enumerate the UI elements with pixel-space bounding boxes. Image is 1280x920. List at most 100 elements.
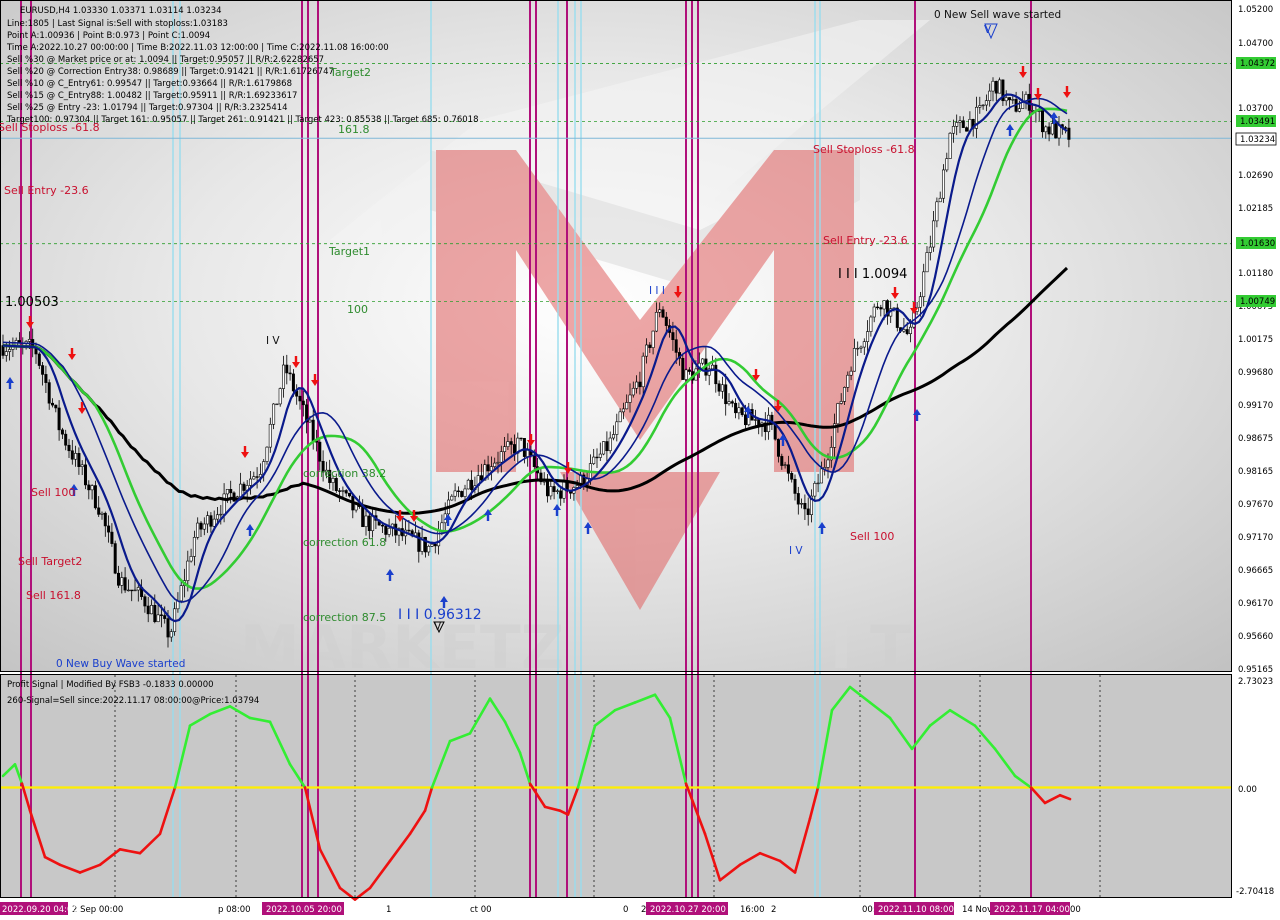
candle-body-246	[813, 483, 817, 497]
candle-body-112	[371, 515, 375, 531]
candle-body-215	[710, 364, 714, 370]
candle-body-167	[552, 486, 556, 492]
candle-body-67	[222, 493, 226, 515]
wave-v-bottom-label: V	[434, 621, 442, 633]
candle-body-155	[512, 444, 516, 454]
candle-body-96	[318, 441, 322, 462]
candle-body-139	[460, 491, 464, 497]
candle-body-76	[252, 476, 256, 480]
candle-body-12	[41, 365, 45, 375]
candle-body-290	[958, 120, 962, 123]
candle-body-317	[1047, 126, 1051, 135]
candle-body-59	[196, 522, 200, 538]
candle-body-186	[615, 421, 619, 435]
candle-body-212	[701, 358, 705, 364]
candle-body-19	[64, 433, 68, 446]
candle-body-152	[503, 446, 507, 452]
candle-body-285	[941, 169, 945, 199]
candle-body-292	[965, 127, 969, 132]
candle-body-263	[869, 316, 873, 332]
price-tag-2: 1.03491	[1240, 117, 1275, 127]
candle-body-105	[347, 492, 351, 497]
candle-body-236	[780, 456, 784, 466]
candle-body-57	[189, 556, 193, 562]
candle-body-262	[866, 331, 870, 342]
candle-body-259	[856, 347, 860, 350]
candle-body-8	[27, 339, 31, 342]
candle-body-273	[902, 329, 906, 332]
candle-body-40	[133, 589, 137, 592]
candle-body-261	[862, 341, 866, 348]
candle-body-1	[4, 351, 8, 356]
candle-body-88	[291, 373, 295, 392]
candle-body-296	[978, 105, 982, 108]
time-tick-10: 00	[1070, 905, 1081, 915]
indicator-header-1: 260-Signal=Sell since:2022.11.17 08:00:0…	[7, 696, 259, 706]
chart-window: MARKETZ I T EURUSD,H4 1.03330 1.03371 1.…	[0, 0, 1280, 920]
candle-body-80	[265, 446, 269, 462]
candle-body-243	[803, 503, 807, 510]
candle-body-265	[875, 306, 879, 309]
candle-body-18	[60, 429, 64, 435]
date-tag-3: 2022.11.10 08:00	[878, 905, 954, 915]
candle-body-14	[47, 382, 51, 404]
candle-body-218	[720, 384, 724, 392]
candle-body-138	[456, 490, 460, 492]
candle-body-158	[522, 438, 526, 457]
candle-body-208	[687, 369, 691, 372]
candle-body-289	[955, 122, 959, 127]
candle-body-35	[117, 572, 121, 586]
candle-body-44	[146, 605, 150, 615]
sell-100-left-label: Sell 100	[31, 486, 75, 499]
candle-body-188	[621, 408, 625, 413]
candle-body-199	[658, 309, 662, 313]
sell-entry-left-label: Sell Entry -23.6	[4, 184, 89, 197]
candle-body-283	[935, 201, 939, 222]
candle-body-166	[549, 486, 553, 497]
candle-body-256	[846, 374, 850, 388]
candle-body-83	[275, 403, 279, 406]
candle-body-51	[169, 631, 173, 638]
candle-body-32	[107, 525, 111, 533]
candle-body-168	[555, 490, 559, 492]
candle-body-148	[489, 466, 493, 472]
candle-body-315	[1041, 110, 1045, 133]
price-tick-15: 0.96170	[1238, 599, 1273, 609]
candle-body-2	[8, 349, 12, 352]
candle-body-31	[103, 512, 107, 527]
candle-body-187	[618, 411, 622, 423]
price-tick-3: 1.02690	[1238, 171, 1273, 181]
info-line-8: Sell %25 @ Entry -23: 1.01794 || Target:…	[7, 103, 288, 113]
candle-body-302	[998, 79, 1002, 94]
info-line-4: Sell %30 @ Market price or at: 1.0094 ||…	[7, 55, 324, 65]
sell-stoploss-left-label: Sell Stoploss -61.8	[0, 121, 100, 134]
level-100-label: 100	[347, 303, 368, 316]
candle-body-299	[988, 90, 992, 101]
sell-stoploss-right-label: Sell Stoploss -61.8	[813, 143, 915, 156]
candle-body-174	[575, 485, 579, 488]
indicator-tick-bottom: -2.70418	[1236, 887, 1274, 897]
candle-body-247	[816, 482, 820, 485]
candle-body-47	[156, 614, 160, 623]
wave-iv-right-label: I V	[789, 545, 803, 557]
price-axis-labels: 1.05200 1.04700 1.03700 1.02690 1.02185 …	[1238, 5, 1273, 675]
candle-body-130	[430, 543, 434, 547]
candle-body-200	[661, 309, 665, 318]
price-tag-3: 1.03234	[1240, 135, 1275, 145]
price-100503-label: 1.00503	[5, 295, 59, 310]
price-tick-0: 1.05200	[1238, 5, 1273, 15]
price-chart[interactable]: MARKETZ I T EURUSD,H4 1.03330 1.03371 1.…	[0, 0, 1280, 920]
candle-body-288	[951, 126, 955, 134]
candle-body-23	[77, 453, 81, 467]
candle-body-131	[433, 543, 437, 547]
target1-label: Target1	[328, 245, 370, 258]
candle-body-140	[463, 488, 467, 497]
candle-body-206	[681, 357, 685, 380]
candle-body-142	[470, 479, 474, 490]
candle-body-264	[872, 306, 876, 318]
indicator-plot-area	[0, 674, 1232, 898]
time-tick-5: 2	[641, 905, 646, 915]
candle-body-64	[212, 518, 216, 527]
candle-body-189	[625, 402, 629, 410]
candle-body-39	[130, 589, 134, 592]
